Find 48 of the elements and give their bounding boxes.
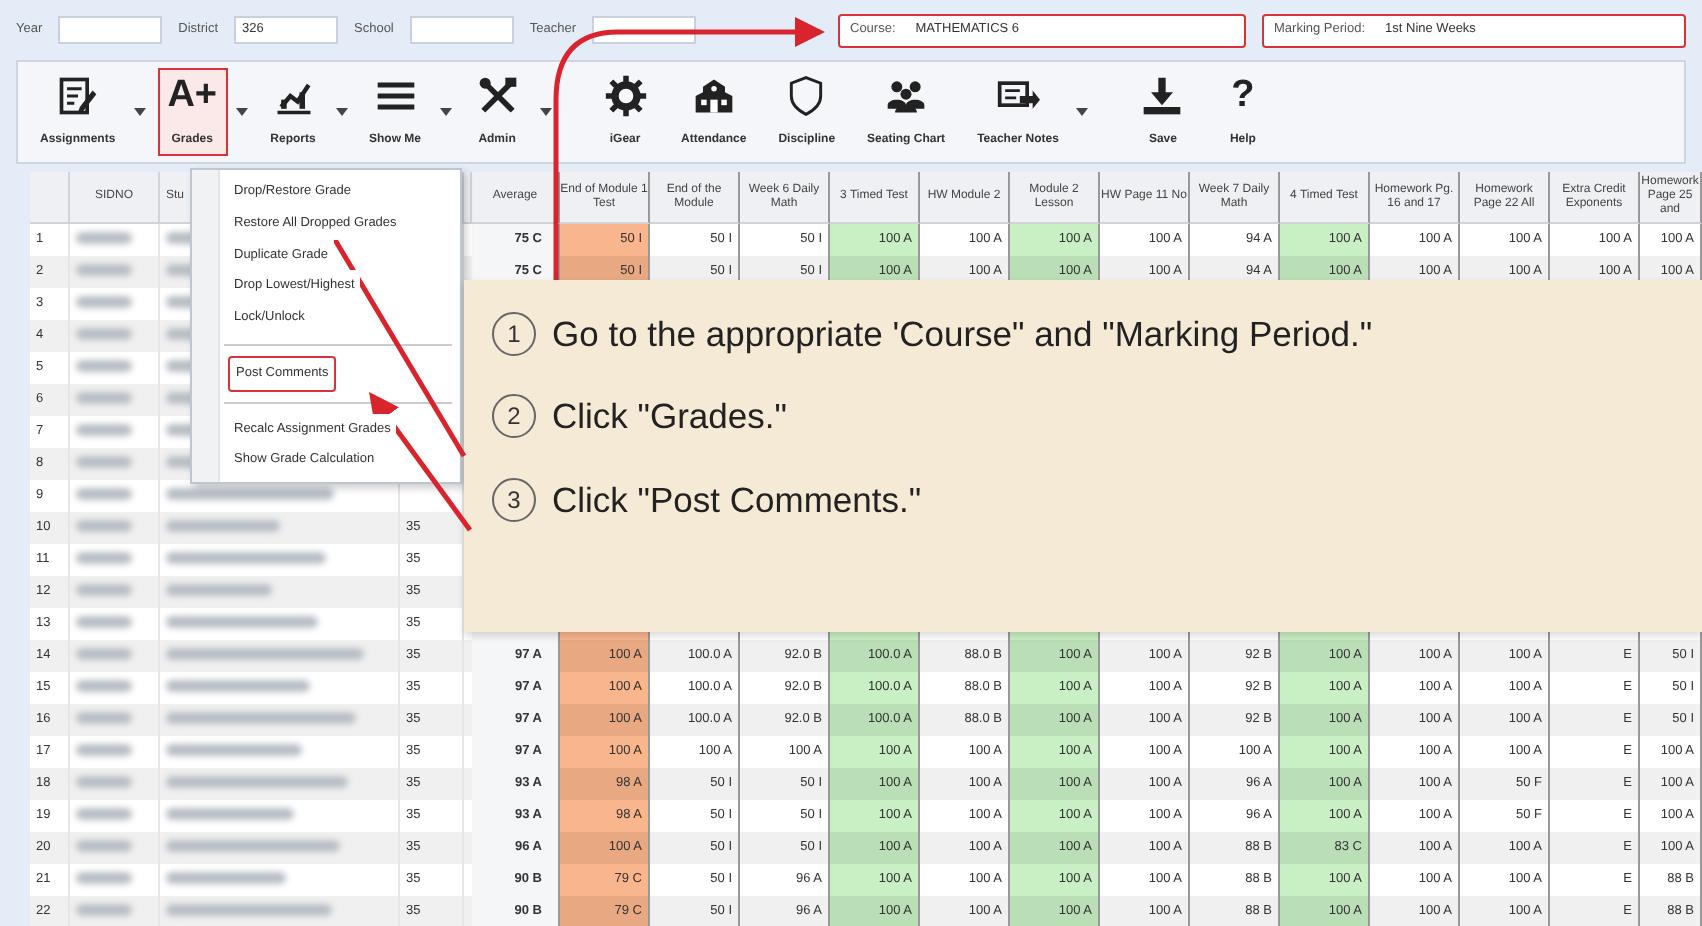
filter-field[interactable] — [58, 16, 163, 44]
redacted-text — [76, 872, 132, 885]
gear-icon — [603, 74, 648, 118]
download-icon — [1140, 74, 1185, 118]
caret-icon[interactable] — [235, 108, 248, 116]
redacted-text — [166, 808, 294, 821]
step-number: 1 — [492, 312, 536, 357]
redacted-text — [166, 872, 286, 885]
redacted-text — [76, 776, 132, 789]
redacted-text — [76, 552, 132, 565]
redacted-text — [76, 488, 132, 501]
redacted-text — [76, 904, 132, 917]
step-text: Go to the appropriate 'Course" and "Marking Period." — [552, 312, 1373, 358]
building-icon — [691, 74, 736, 118]
step-text: Click "Post Comments." — [552, 477, 922, 523]
redacted-text — [166, 680, 310, 693]
redacted-text — [166, 744, 302, 757]
redacted-text — [76, 264, 132, 277]
redacted-text — [76, 840, 132, 853]
filter-field[interactable] — [409, 16, 514, 44]
redacted-text — [76, 808, 132, 821]
redacted-text — [76, 680, 132, 693]
caret-icon[interactable] — [1076, 108, 1089, 116]
redacted-text — [76, 648, 132, 661]
redacted-text — [76, 328, 132, 341]
redacted-text — [76, 392, 132, 405]
redacted-text — [76, 456, 132, 469]
redacted-text — [76, 744, 132, 757]
redacted-text — [76, 360, 132, 373]
step-number: 2 — [492, 394, 536, 439]
redacted-text — [166, 584, 272, 597]
step-text: Click "Grades." — [552, 394, 787, 441]
caret-icon[interactable] — [539, 108, 552, 116]
redacted-text — [76, 520, 132, 533]
redacted-text — [76, 712, 132, 725]
clipboard-pencil-icon — [55, 74, 100, 118]
caret-icon[interactable] — [439, 108, 452, 116]
caret-icon[interactable] — [335, 108, 348, 116]
redacted-text — [76, 616, 132, 629]
redacted-text — [166, 520, 280, 533]
redacted-text — [76, 584, 132, 597]
redacted-text — [76, 424, 132, 437]
redacted-text — [76, 296, 132, 309]
step-number: 3 — [492, 477, 536, 522]
tools-icon — [475, 74, 520, 118]
caret-icon[interactable] — [133, 108, 146, 116]
header-cell — [464, 172, 472, 224]
redacted-text — [76, 232, 132, 245]
